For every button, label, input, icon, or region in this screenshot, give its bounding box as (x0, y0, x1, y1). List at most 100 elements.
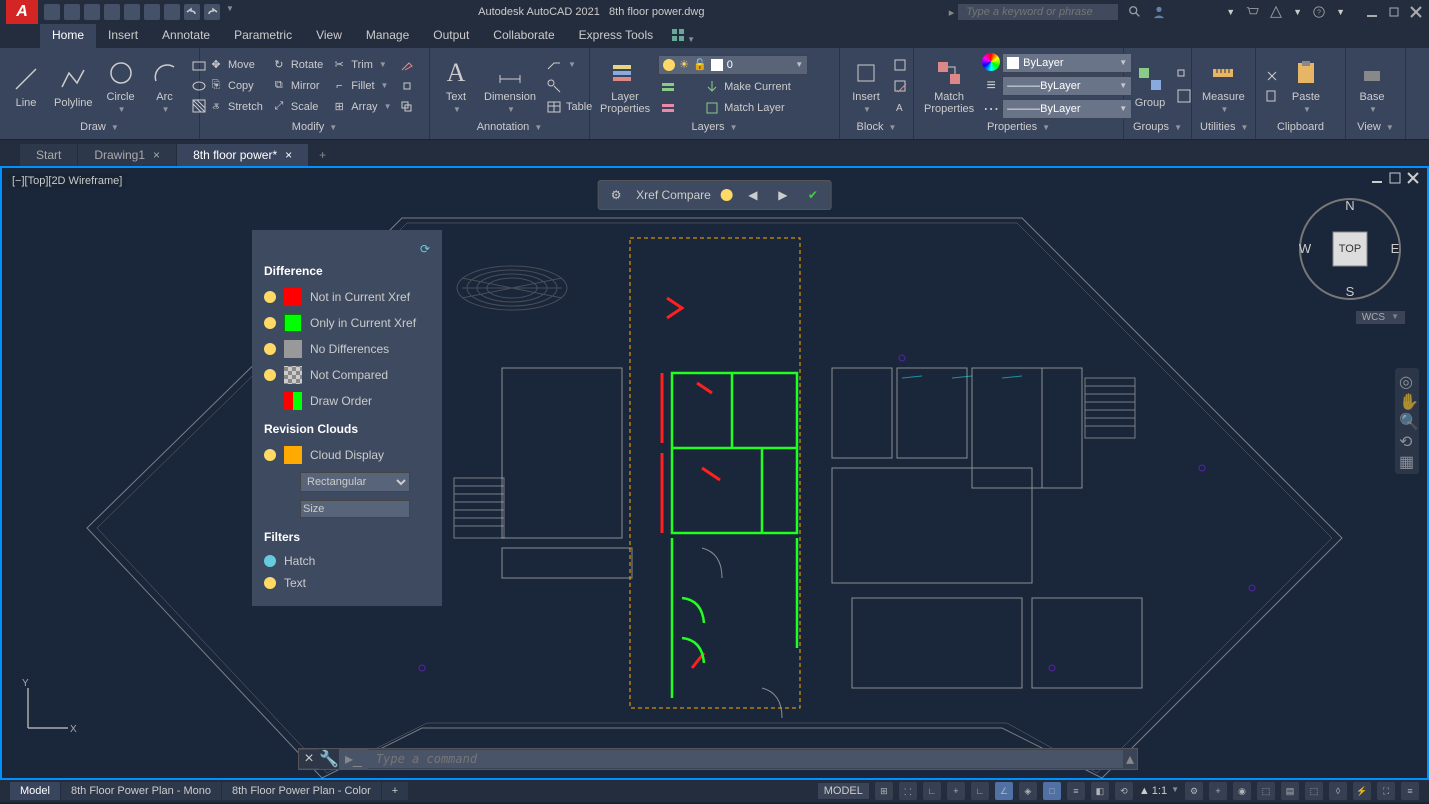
osnap-icon[interactable]: □ (1043, 782, 1061, 800)
cloud-shape-select[interactable]: Rectangular (300, 472, 410, 492)
zoom-icon[interactable]: 🔍 (1399, 412, 1417, 430)
file-tab-start[interactable]: Start (20, 144, 77, 166)
cut-icon[interactable] (1262, 67, 1282, 85)
orbit-icon[interactable]: ⟲ (1399, 432, 1417, 450)
array-button[interactable]: ⊞Array▼ (329, 98, 393, 116)
pan-icon[interactable]: ✋ (1399, 392, 1417, 410)
iso-icon[interactable]: ◈ (1019, 782, 1037, 800)
transparency-icon[interactable]: ◧ (1091, 782, 1109, 800)
settings-icon[interactable]: ⚙ (606, 185, 626, 205)
color-swatch-split[interactable] (284, 392, 302, 410)
save-icon[interactable] (84, 4, 100, 20)
scale-button[interactable]: ⤢Scale (269, 98, 325, 116)
text-button[interactable]: AText▼ (436, 55, 476, 116)
plot-icon[interactable] (164, 4, 180, 20)
viewport-close-icon[interactable] (1407, 172, 1419, 184)
explode-icon[interactable] (397, 77, 417, 95)
tab-view[interactable]: View (304, 24, 354, 48)
wcs-dropdown[interactable]: WCS▼ (1356, 311, 1405, 324)
layer-properties-button[interactable]: Layer Properties (596, 55, 654, 117)
redo-icon[interactable] (204, 4, 220, 20)
cart-icon[interactable] (1245, 5, 1259, 19)
ortho-icon[interactable]: ∟ (971, 782, 989, 800)
cmd-history-icon[interactable]: ▴ (1123, 749, 1137, 769)
panel-properties-label[interactable]: Properties ▼ (920, 119, 1117, 135)
refresh-icon[interactable]: ⟳ (420, 242, 430, 256)
polar-icon[interactable]: ∠ (995, 782, 1013, 800)
group-button[interactable]: Group (1130, 61, 1170, 111)
color-combo[interactable]: ByLayer▼ (1002, 53, 1132, 73)
panel-layers-label[interactable]: Layers ▼ (596, 119, 833, 135)
tab-featured[interactable]: ▼ (665, 24, 701, 48)
bulb-icon[interactable] (264, 555, 276, 567)
bulb-icon[interactable] (264, 317, 276, 329)
bulb-icon[interactable] (264, 577, 276, 589)
bulb-icon[interactable] (264, 369, 276, 381)
steering-wheel-icon[interactable]: ◎ (1399, 372, 1417, 390)
leader-icon[interactable]: ▼ (544, 56, 594, 74)
dropdown-icon[interactable]: ▼ (1226, 7, 1235, 17)
base-button[interactable]: Base▼ (1352, 55, 1392, 116)
layout-tab-add[interactable]: + (382, 782, 408, 800)
fillet-button[interactable]: ⌐Fillet▼ (329, 77, 393, 95)
table-button[interactable]: Table (544, 98, 594, 116)
copy-clip-icon[interactable] (1262, 87, 1282, 105)
viewport-restore-icon[interactable] (1389, 172, 1401, 184)
undo-icon[interactable] (184, 4, 200, 20)
cmd-customize-icon[interactable]: 🔧 (319, 749, 339, 769)
tab-manage[interactable]: Manage (354, 24, 421, 48)
color-swatch-green[interactable] (284, 314, 302, 332)
linetype-combo[interactable]: ———ByLayer▼ (1002, 99, 1132, 119)
tab-home[interactable]: Home (40, 24, 96, 48)
workspace-icon[interactable]: + (1209, 782, 1227, 800)
hw-accel-icon[interactable]: ⚡ (1353, 782, 1371, 800)
isolate-icon[interactable]: ◊ (1329, 782, 1347, 800)
lineweight-icon[interactable]: ≡ (982, 76, 1000, 96)
close-tab-icon[interactable]: × (285, 148, 292, 162)
infer-icon[interactable]: ∟ (923, 782, 941, 800)
prev-diff-button[interactable]: ◀ (743, 185, 763, 205)
color-swatch-orange[interactable] (284, 446, 302, 464)
filter-hatch[interactable]: Hatch (264, 550, 430, 572)
new-icon[interactable] (44, 4, 60, 20)
layer-combo[interactable]: ☀ 🔓 0 ▼ (658, 55, 808, 75)
web-open-icon[interactable] (124, 4, 140, 20)
edit-block-icon[interactable] (890, 77, 910, 95)
circle-button[interactable]: Circle▼ (101, 55, 141, 116)
help-icon[interactable]: ? (1312, 5, 1326, 19)
annoscale-button[interactable]: ▲1:1▼ (1139, 785, 1179, 797)
saveas-icon[interactable] (104, 4, 120, 20)
measure-button[interactable]: Measure▼ (1198, 55, 1249, 116)
units-icon[interactable]: ⬚ (1257, 782, 1275, 800)
cloud-size-input[interactable] (300, 500, 410, 518)
lock-ui-icon[interactable]: ⬚ (1305, 782, 1323, 800)
match-layer-button[interactable]: Match Layer (658, 99, 833, 117)
user-icon[interactable] (1152, 5, 1166, 19)
layout-tab-model[interactable]: Model (10, 782, 60, 800)
arc-button[interactable]: Arc▼ (145, 55, 185, 116)
bulb-icon[interactable] (264, 291, 276, 303)
web-save-icon[interactable] (144, 4, 160, 20)
color-wheel-icon[interactable] (982, 53, 1000, 71)
cycling-icon[interactable]: ⟲ (1115, 782, 1133, 800)
file-tab-active[interactable]: 8th floor power*× (177, 144, 308, 166)
customize-status-icon[interactable]: ≡ (1401, 782, 1419, 800)
drawing-canvas[interactable]: [−][Top][2D Wireframe] (0, 166, 1429, 780)
line-button[interactable]: Line (6, 61, 46, 111)
layout-tab-color[interactable]: 8th Floor Power Plan - Color (222, 782, 381, 800)
mleader-icon[interactable] (544, 77, 594, 95)
open-icon[interactable] (64, 4, 80, 20)
color-swatch-checker[interactable] (284, 366, 302, 384)
paste-button[interactable]: Paste▼ (1286, 55, 1326, 116)
grid-icon[interactable]: ⊞ (875, 782, 893, 800)
panel-view-label[interactable]: View ▼ (1352, 119, 1399, 135)
layout-tab-mono[interactable]: 8th Floor Power Plan - Mono (61, 782, 221, 800)
tab-parametric[interactable]: Parametric (222, 24, 304, 48)
tab-annotate[interactable]: Annotate (150, 24, 222, 48)
bulb-icon[interactable] (264, 343, 276, 355)
close-icon[interactable] (1409, 5, 1423, 19)
clean-screen-icon[interactable]: ⛶ (1377, 782, 1395, 800)
close-tab-icon[interactable]: × (153, 148, 160, 162)
insert-button[interactable]: Insert▼ (846, 55, 886, 116)
tab-express[interactable]: Express Tools (567, 24, 665, 48)
